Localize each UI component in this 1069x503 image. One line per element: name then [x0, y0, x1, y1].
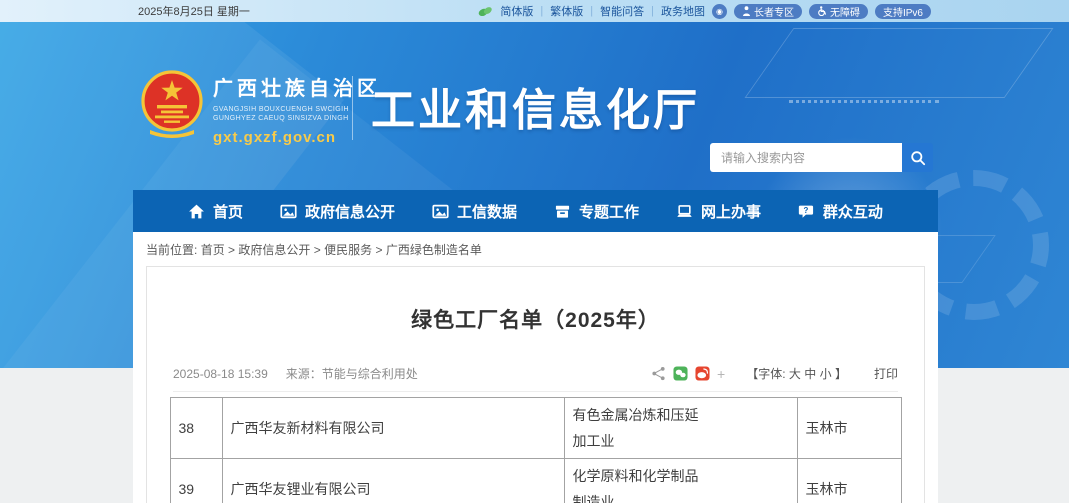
wheelchair-icon	[817, 6, 827, 16]
round-badge-icon[interactable]: ◉	[712, 4, 727, 19]
svg-text:?: ?	[803, 206, 808, 215]
brand-divider	[352, 76, 353, 140]
brand-block: 广西壮族自治区 GVANGJSIH BOUXCUENGH SWCIGIH GUN…	[213, 72, 381, 146]
elder-person-icon	[742, 6, 751, 16]
search-input[interactable]	[710, 143, 902, 172]
font-label-close: 】	[835, 367, 847, 381]
row-number-cell: 38	[170, 398, 222, 459]
font-size-large[interactable]: 大	[789, 367, 801, 381]
chat-question-icon: ?	[798, 203, 815, 220]
elder-zone-button[interactable]: 长者专区	[734, 4, 802, 19]
content-area: 当前位置: 首页 > 政府信息公开 > 便民服务 > 广西绿色制造名单 绿色工厂…	[133, 232, 938, 503]
ipv6-badge[interactable]: 支持IPv6	[875, 4, 931, 19]
print-button[interactable]: 打印	[874, 365, 898, 382]
zhuang-romanization: GVANGJSIH BOUXCUENGH SWCIGIH GUNGHYEZ CA…	[213, 105, 381, 123]
table-row: 38 广西华友新材料有限公司 有色金属冶炼和压延 加工业 玉林市	[170, 398, 901, 459]
separator: |	[540, 5, 543, 17]
main-nav: 首页 政府信息公开 工信数据 专题工作 网上办事	[133, 190, 938, 232]
accessibility-label: 无障碍	[830, 4, 860, 19]
nav-online-services[interactable]: 网上办事	[676, 201, 761, 222]
nav-online-services-label: 网上办事	[701, 201, 761, 222]
row-number-cell: 39	[170, 459, 222, 503]
search-button[interactable]	[902, 143, 933, 172]
font-size-medium[interactable]: 中	[804, 367, 816, 381]
link-smart-qa[interactable]: 智能问答	[600, 3, 644, 19]
nav-home-label: 首页	[213, 201, 243, 222]
crumb-separator: >	[314, 243, 321, 257]
city-cell: 玉林市	[797, 459, 901, 503]
table-row: 39 广西华友锂业有限公司 化学原料和化学制品 制造业 玉林市	[170, 459, 901, 503]
share-icon[interactable]	[651, 366, 666, 381]
font-size-control: 【字体: 大 中 小 】	[746, 365, 847, 382]
search-bar	[710, 143, 933, 172]
ipv6-label: 支持IPv6	[883, 4, 923, 19]
top-utility-bar: 2025年8月25日 星期一 简体版 | 繁体版 | 智能问答 | 政务地图 ◉…	[0, 0, 1069, 22]
green-factory-table: 38 广西华友新材料有限公司 有色金属冶炼和压延 加工业 玉林市 39 广西华友…	[170, 397, 902, 503]
breadcrumb: 当前位置: 首页 > 政府信息公开 > 便民服务 > 广西绿色制造名单	[133, 232, 938, 266]
region-name: 广西壮族自治区	[213, 72, 381, 101]
nav-gov-info[interactable]: 政府信息公开	[280, 201, 395, 222]
publish-date: 2025-08-18 15:39	[173, 367, 268, 381]
article-box: 绿色工厂名单（2025年） 2025-08-18 15:39 来源：节能与综合利…	[146, 266, 925, 503]
nav-home[interactable]: 首页	[188, 201, 243, 222]
separator: |	[590, 5, 593, 17]
site-header: 广西壮族自治区 GVANGJSIH BOUXCUENGH SWCIGIH GUN…	[0, 22, 1069, 190]
crumb-separator: >	[228, 243, 235, 257]
nav-gov-info-label: 政府信息公开	[305, 201, 395, 222]
link-traditional[interactable]: 繁体版	[550, 3, 583, 19]
archive-icon	[554, 203, 571, 220]
laptop-icon	[676, 203, 693, 220]
city-cell: 玉林市	[797, 398, 901, 459]
home-icon	[188, 203, 205, 220]
article-title: 绿色工厂名单（2025年）	[147, 304, 924, 334]
current-date: 2025年8月25日 星期一	[138, 3, 250, 19]
article-tools: + 【字体: 大 中 小 】 打印	[651, 365, 898, 382]
article-meta-row: 2025-08-18 15:39 来源：节能与综合利用处	[173, 365, 898, 392]
nav-public-interaction-label: 群众互动	[823, 201, 883, 222]
separator: |	[651, 5, 654, 17]
crumb-home[interactable]: 首页	[201, 243, 225, 257]
accessibility-button[interactable]: 无障碍	[809, 4, 868, 19]
zhuang-line-2: GUNGHYEZ CAEUQ SINSIZVA DINGH	[213, 114, 381, 123]
font-size-small[interactable]: 小	[820, 367, 832, 381]
search-icon	[910, 150, 926, 166]
topbar-links: 简体版 | 繁体版 | 智能问答 | 政务地图 ◉ 长者专区 无障碍 支持IPv…	[478, 3, 931, 19]
nav-special-work-label: 专题工作	[579, 201, 639, 222]
image-icon	[280, 203, 297, 220]
company-cell: 广西华友锂业有限公司	[222, 459, 564, 503]
department-title: 工业和信息化厅	[371, 74, 700, 138]
more-share-icon[interactable]: +	[717, 366, 725, 382]
breadcrumb-label: 当前位置:	[146, 243, 197, 257]
nav-industry-data-label: 工信数据	[457, 201, 517, 222]
font-label-open: 【字体:	[746, 367, 785, 381]
crumb-green-list[interactable]: 广西绿色制造名单	[386, 243, 482, 257]
image-icon	[432, 203, 449, 220]
green-leaf-icon[interactable]	[478, 5, 493, 18]
crumb-convenience-services[interactable]: 便民服务	[324, 243, 372, 257]
industry-cell: 化学原料和化学制品 制造业	[564, 459, 797, 503]
link-gov-map[interactable]: 政务地图	[661, 3, 705, 19]
national-emblem	[140, 68, 204, 138]
weibo-share-icon[interactable]	[695, 366, 710, 381]
elder-zone-label: 长者专区	[754, 4, 794, 19]
article-source: 来源：节能与综合利用处	[286, 365, 418, 382]
crumb-gov-info[interactable]: 政府信息公开	[238, 243, 310, 257]
wechat-share-icon[interactable]	[673, 366, 688, 381]
link-simplified[interactable]: 简体版	[500, 3, 533, 19]
crumb-separator: >	[375, 243, 382, 257]
nav-industry-data[interactable]: 工信数据	[432, 201, 517, 222]
nav-public-interaction[interactable]: ? 群众互动	[798, 201, 883, 222]
zhuang-line-1: GVANGJSIH BOUXCUENGH SWCIGIH	[213, 105, 381, 114]
nav-special-work[interactable]: 专题工作	[554, 201, 639, 222]
company-cell: 广西华友新材料有限公司	[222, 398, 564, 459]
site-url[interactable]: gxt.gxzf.gov.cn	[213, 129, 381, 146]
industry-cell: 有色金属冶炼和压延 加工业	[564, 398, 797, 459]
